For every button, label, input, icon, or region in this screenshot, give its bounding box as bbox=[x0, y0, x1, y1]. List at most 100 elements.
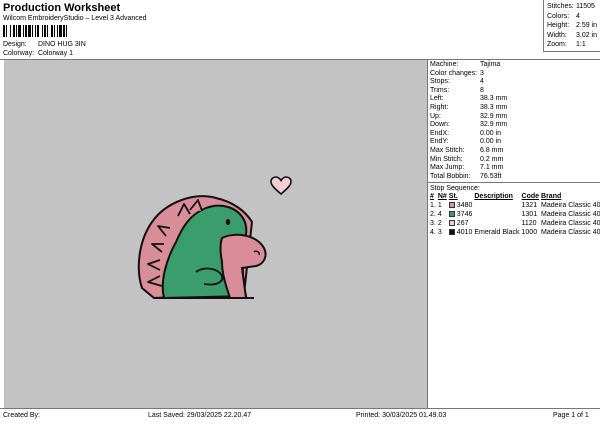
param-label: Right: bbox=[430, 103, 449, 111]
param-row: Total Bobbin: 76.53ft bbox=[430, 173, 600, 182]
param-value: 38.3 mm bbox=[480, 95, 508, 103]
stop-row: 4. 3 4010 Emerald Black 1000 Madeira Classic … bbox=[430, 228, 600, 237]
stop-description bbox=[474, 219, 521, 228]
printed-date: Printed: 30/03/2025 01.49.03 bbox=[356, 412, 447, 419]
param-label: EndX: bbox=[430, 129, 450, 137]
stop-code-text: 1120 bbox=[521, 220, 537, 228]
stop-code-text: 1321 bbox=[521, 202, 538, 210]
stop-brand: Madeira Classic 40 bbox=[541, 210, 600, 219]
dino-embroidery-design bbox=[137, 195, 267, 300]
stop-needle-text: 3 bbox=[437, 229, 442, 237]
stop-index: 3. bbox=[430, 219, 438, 228]
param-label: Color changes: bbox=[430, 69, 478, 77]
stop-description: Emerald Black bbox=[474, 228, 521, 237]
stop-brand: Madeira Classic 40 bbox=[541, 228, 600, 237]
stop-code: 1120 bbox=[522, 219, 542, 228]
param-label: Stops: bbox=[430, 78, 450, 86]
col-brand: Brand bbox=[541, 193, 562, 201]
param-label: Max Jump: bbox=[430, 164, 465, 172]
info-panel: Machine: Tajima Color changes: 3 Stops: 4 Trim… bbox=[427, 60, 600, 408]
stop-description bbox=[474, 201, 521, 210]
param-row: Left: 38.3 mm bbox=[430, 95, 600, 104]
param-row: EndX: 0.00 in bbox=[430, 130, 600, 139]
param-row: Min Stitch: 0.2 mm bbox=[430, 156, 600, 165]
design-preview bbox=[4, 60, 427, 408]
param-row: Trims: 8 bbox=[430, 87, 600, 96]
param-row: Machine: Tajima bbox=[430, 61, 600, 70]
param-value: 0.2 mm bbox=[480, 155, 504, 163]
stop-row: 2. 4 3746 1301 Madeira Classic 40 bbox=[430, 210, 600, 219]
stop-stitches-text: 3480 bbox=[456, 202, 473, 210]
color-swatch bbox=[448, 229, 455, 236]
stop-code: 1000 bbox=[522, 228, 542, 237]
color-swatch bbox=[448, 220, 455, 227]
design-value: DINO HUG 3IN bbox=[37, 41, 86, 48]
stat-stitches: Stitches: 11505 bbox=[547, 3, 595, 10]
stop-stitches: 267 bbox=[448, 219, 475, 228]
colorway-row: Colorway: Colorway 1 bbox=[3, 50, 73, 57]
param-row: Max Stitch: 6.8 mm bbox=[430, 147, 600, 156]
param-label: Machine: bbox=[430, 61, 459, 68]
stop-index: 4. bbox=[430, 228, 438, 237]
stop-brand: Madeira Classic 40 bbox=[541, 201, 600, 210]
param-value: 76.53ft bbox=[480, 172, 502, 180]
stop-stitches-text: 4010 bbox=[456, 229, 473, 237]
col-description: Description bbox=[474, 193, 513, 201]
stop-code: 1301 bbox=[522, 210, 542, 219]
barcode-bar bbox=[67, 25, 69, 37]
page-number: Page 1 of 1 bbox=[553, 412, 589, 419]
design-label: Design: bbox=[3, 41, 27, 48]
stop-needle-text: 1 bbox=[437, 202, 442, 210]
stop-brand: Madeira Classic 40 bbox=[541, 219, 600, 228]
stop-index-text: 2. bbox=[430, 211, 436, 219]
software-subtitle: Wilcom EmbroideryStudio – Level 3 Advanc… bbox=[3, 15, 147, 22]
stop-needle-text: 2 bbox=[437, 220, 442, 228]
stop-row: 1. 1 3480 1321 Madeira Classic 40 bbox=[430, 201, 600, 210]
stop-description-text: Emerald Black bbox=[474, 229, 520, 237]
stop-index: 1. bbox=[430, 201, 438, 210]
param-value: 7.1 mm bbox=[480, 164, 504, 172]
color-swatch bbox=[448, 211, 455, 218]
stat-colors: Colors: 4 bbox=[547, 12, 580, 20]
stop-needle: 3 bbox=[438, 228, 449, 237]
col-code: Code bbox=[521, 193, 540, 201]
stat-zoom: Zoom: 1:1 bbox=[547, 41, 586, 48]
stat-width: Width: 3.02 in bbox=[547, 31, 598, 39]
stop-index-text: 1. bbox=[430, 202, 436, 210]
stop-index-text: 4. bbox=[430, 229, 436, 237]
param-label: Left: bbox=[430, 95, 444, 103]
param-label: EndY: bbox=[430, 138, 449, 146]
stop-brand-text: Madeira Classic 40 bbox=[541, 211, 600, 219]
param-row: Down: 32.9 mm bbox=[430, 121, 600, 130]
stat-height: Height: 2.59 in bbox=[547, 22, 598, 29]
param-value: Tajima bbox=[480, 61, 501, 68]
param-label: Down: bbox=[430, 121, 450, 129]
param-value: 0.00 in bbox=[480, 138, 502, 146]
stop-brand-text: Madeira Classic 40 bbox=[541, 229, 600, 237]
param-label: Total Bobbin: bbox=[430, 172, 471, 180]
stop-needle-text: 4 bbox=[437, 211, 442, 219]
param-row: EndY: 0.00 in bbox=[430, 138, 600, 147]
stop-needle: 4 bbox=[438, 210, 449, 219]
param-label: Up: bbox=[430, 112, 441, 120]
param-value: 4 bbox=[480, 78, 484, 86]
param-value: 6.8 mm bbox=[480, 146, 504, 154]
stop-needle: 2 bbox=[438, 219, 449, 228]
col-stitches: St. bbox=[448, 193, 458, 201]
machine-params: Machine: Tajima Color changes: 3 Stops: 4 Trim… bbox=[428, 60, 600, 181]
stop-index: 2. bbox=[430, 210, 438, 219]
color-swatch bbox=[448, 202, 455, 209]
param-value: 32.9 mm bbox=[480, 112, 508, 120]
colorway-value: Colorway 1 bbox=[37, 50, 73, 57]
stop-needle: 1 bbox=[438, 201, 449, 210]
stop-stitches: 3746 bbox=[448, 210, 475, 219]
design-row: Design: DINO HUG 3IN bbox=[3, 41, 86, 48]
barcode bbox=[3, 25, 113, 37]
stop-code-text: 1000 bbox=[521, 229, 538, 237]
stop-stitches: 4010 bbox=[448, 228, 475, 237]
param-value: 8 bbox=[480, 86, 484, 94]
colorway-label: Colorway: bbox=[3, 50, 35, 57]
param-label: Min Stitch: bbox=[430, 155, 463, 163]
stop-sequence-header: # N# St. Description Code Brand bbox=[430, 192, 600, 201]
stop-brand-text: Madeira Classic 40 bbox=[541, 202, 600, 210]
